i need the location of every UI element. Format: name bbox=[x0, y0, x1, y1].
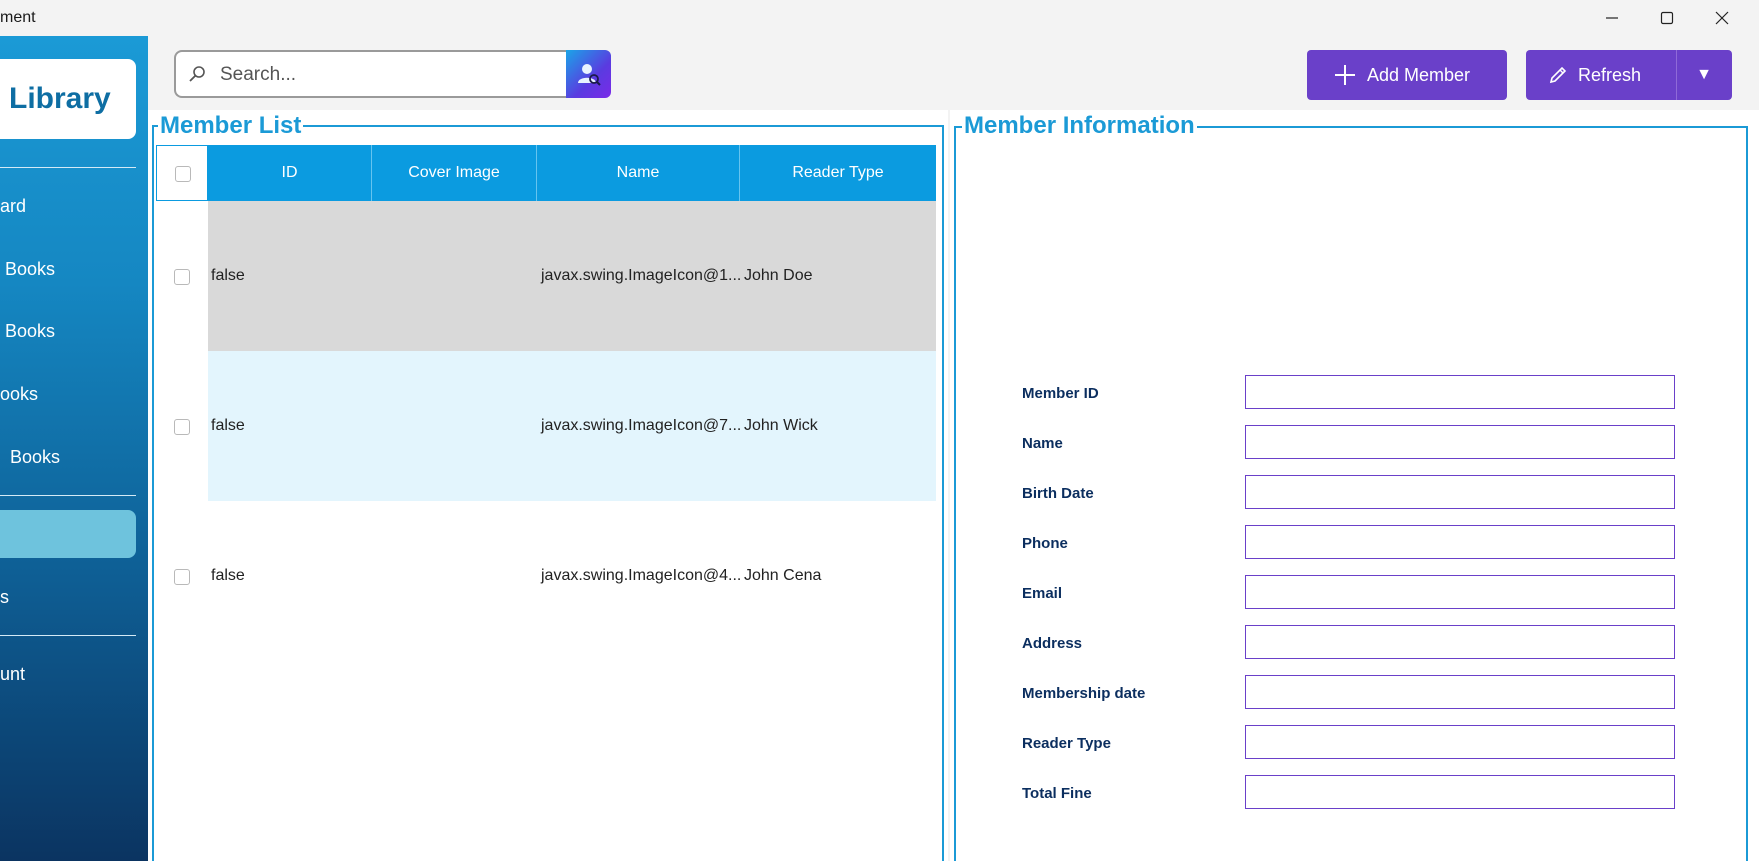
sidebar-item-account[interactable]: unt bbox=[0, 650, 136, 698]
search-icon bbox=[189, 66, 205, 82]
member-list-title: Member List bbox=[158, 112, 304, 140]
select-all-checkbox[interactable] bbox=[175, 166, 191, 182]
sidebar-item-books-4[interactable]: Books bbox=[0, 433, 136, 481]
sidebar-item-label: unt bbox=[0, 663, 26, 684]
add-member-label: Add Member bbox=[1367, 64, 1471, 85]
sidebar-item-label: s bbox=[0, 586, 9, 607]
member-id-field[interactable] bbox=[1245, 375, 1675, 409]
table-row[interactable]: false javax.swing.ImageIcon@1... John Do… bbox=[156, 201, 936, 351]
sidebar-item-label: Books bbox=[0, 320, 56, 341]
column-header-id[interactable]: ID bbox=[208, 145, 372, 201]
birth-date-label: Birth Date bbox=[1022, 485, 1094, 502]
sidebar-item-label: ooks bbox=[0, 383, 39, 404]
sidebar-item-members[interactable] bbox=[0, 510, 136, 558]
total-fine-label: Total Fine bbox=[1022, 785, 1092, 802]
minimize-button[interactable] bbox=[1585, 0, 1639, 36]
row-checkbox[interactable] bbox=[174, 419, 190, 435]
sidebar-item-label: Books bbox=[0, 258, 56, 279]
column-header-reader-type[interactable]: Reader Type bbox=[740, 145, 936, 201]
membership-date-label: Membership date bbox=[1022, 685, 1146, 702]
cell-id: false bbox=[211, 417, 245, 434]
cell-id: false bbox=[211, 267, 245, 284]
cell-name: John Doe bbox=[744, 267, 813, 284]
member-info-title: Member Information bbox=[962, 112, 1197, 140]
cell-cover-image: javax.swing.ImageIcon@4... bbox=[541, 567, 742, 584]
cell-cover-image: javax.swing.ImageIcon@1... bbox=[541, 267, 742, 284]
cell-id: false bbox=[211, 567, 245, 584]
total-fine-field[interactable] bbox=[1245, 775, 1675, 809]
sidebar-item-books-2[interactable]: Books bbox=[0, 307, 136, 355]
cell-name: John Wick bbox=[744, 417, 818, 434]
email-label: Email bbox=[1022, 585, 1063, 602]
column-header-name[interactable]: Name bbox=[537, 145, 740, 201]
address-label: Address bbox=[1022, 635, 1083, 652]
name-label: Name bbox=[1022, 435, 1063, 452]
cell-name: John Cena bbox=[744, 567, 822, 584]
window-title: ment bbox=[0, 9, 36, 26]
sidebar-divider bbox=[0, 167, 136, 168]
column-header-cover-image[interactable]: Cover Image bbox=[372, 145, 537, 201]
address-field[interactable] bbox=[1245, 625, 1675, 659]
select-all-cell bbox=[156, 145, 208, 201]
app-window: ment Library ard Books Books ooks Books … bbox=[0, 0, 1759, 861]
user-search-icon bbox=[577, 64, 601, 86]
email-field[interactable] bbox=[1245, 575, 1675, 609]
table-row[interactable]: false javax.swing.ImageIcon@4... John Ce… bbox=[156, 501, 936, 651]
maximize-button[interactable] bbox=[1640, 0, 1694, 36]
reader-type-label: Reader Type bbox=[1022, 735, 1111, 752]
phone-label: Phone bbox=[1022, 535, 1068, 552]
row-checkbox[interactable] bbox=[174, 269, 190, 285]
pencil-icon bbox=[1548, 65, 1568, 85]
search-field-container bbox=[174, 50, 576, 98]
minimize-icon bbox=[1606, 17, 1618, 19]
logo: Library bbox=[0, 59, 136, 139]
table-header: ID Cover Image Name Reader Type bbox=[156, 145, 936, 201]
plus-icon bbox=[1333, 63, 1357, 87]
sidebar-item-dashboard[interactable]: ard bbox=[0, 182, 136, 230]
sidebar-item-books-1[interactable]: Books bbox=[0, 245, 136, 293]
sidebar-divider bbox=[0, 495, 136, 496]
sidebar-item-books-3[interactable]: ooks bbox=[0, 370, 136, 418]
sidebar-divider bbox=[0, 635, 136, 636]
search-button[interactable] bbox=[566, 50, 611, 98]
name-field[interactable] bbox=[1245, 425, 1675, 459]
sidebar-item-settings[interactable]: s bbox=[0, 573, 136, 621]
row-checkbox[interactable] bbox=[174, 569, 190, 585]
search-input[interactable] bbox=[218, 60, 562, 90]
member-id-label: Member ID bbox=[1022, 385, 1099, 402]
dropdown-button[interactable]: ▼ bbox=[1676, 50, 1732, 100]
refresh-button[interactable]: Refresh ▼ bbox=[1526, 50, 1732, 100]
search-bar bbox=[174, 50, 611, 98]
close-button[interactable] bbox=[1695, 0, 1749, 36]
sidebar-item-label: Books bbox=[0, 446, 61, 467]
table-row[interactable]: false javax.swing.ImageIcon@7... John Wi… bbox=[156, 351, 936, 501]
sidebar: Library ard Books Books ooks Books s unt bbox=[0, 36, 148, 861]
refresh-label: Refresh bbox=[1578, 64, 1642, 85]
membership-date-field[interactable] bbox=[1245, 675, 1675, 709]
phone-field[interactable] bbox=[1245, 525, 1675, 559]
maximize-icon bbox=[1660, 11, 1674, 25]
add-member-button[interactable]: Add Member bbox=[1307, 50, 1507, 100]
cell-cover-image: javax.swing.ImageIcon@7... bbox=[541, 417, 742, 434]
reader-type-field[interactable] bbox=[1245, 725, 1675, 759]
birth-date-field[interactable] bbox=[1245, 475, 1675, 509]
sidebar-item-label: ard bbox=[0, 195, 27, 216]
close-icon bbox=[1715, 11, 1729, 25]
logo-text: Library bbox=[9, 82, 111, 115]
title-bar: ment bbox=[0, 0, 1759, 36]
